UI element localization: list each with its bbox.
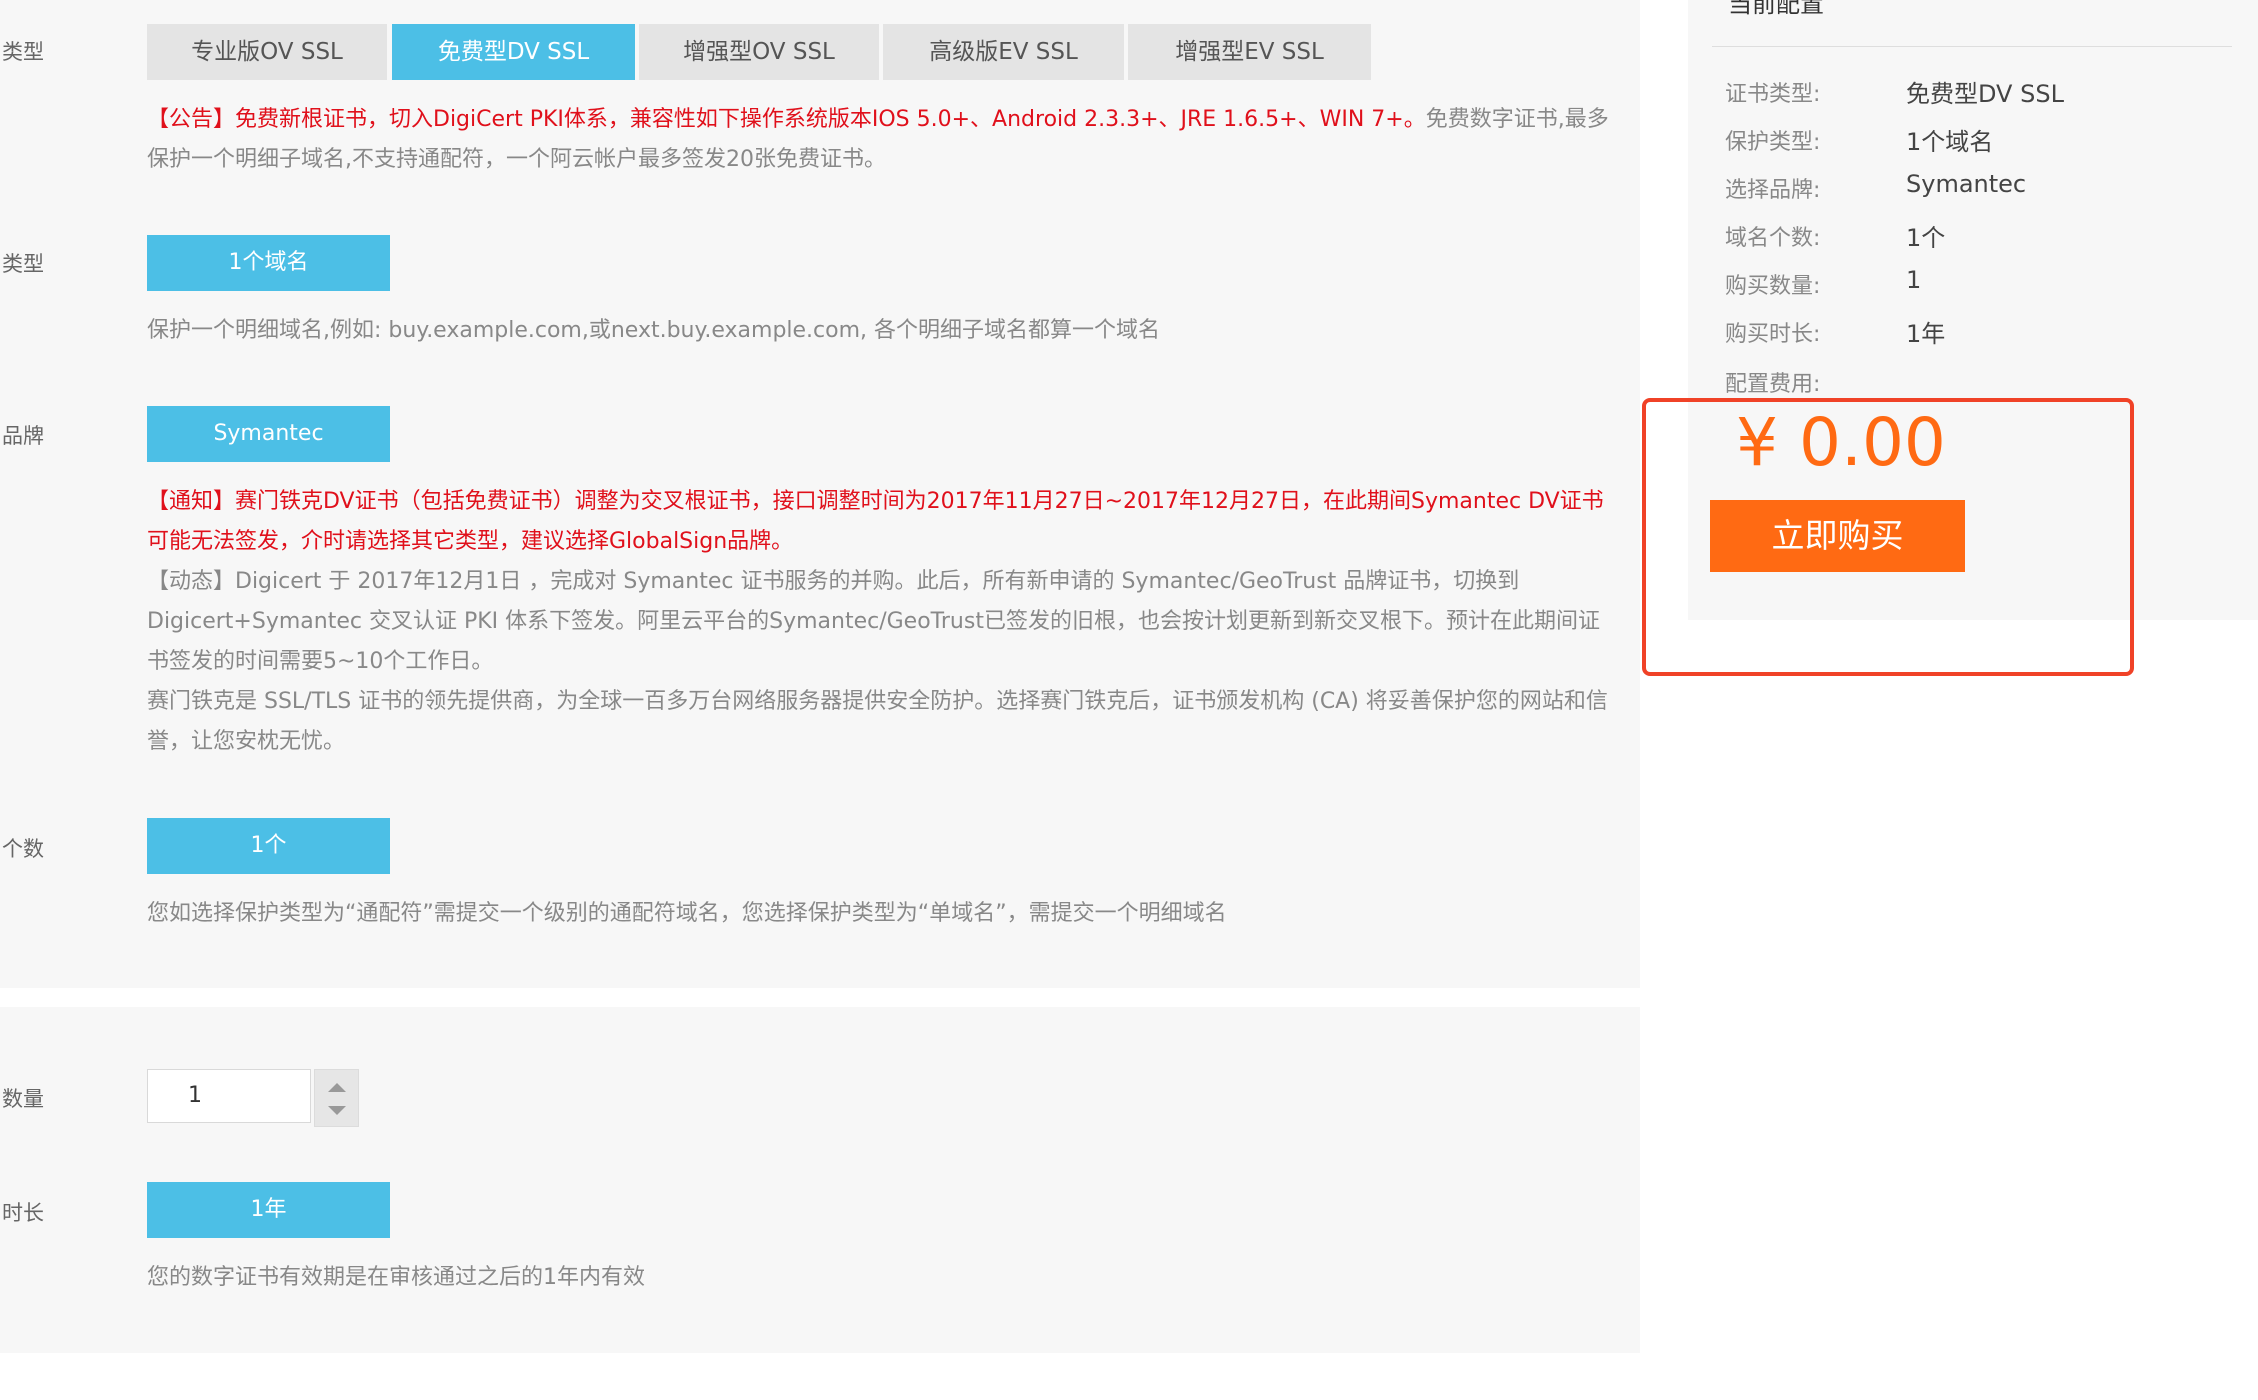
summary-value-cert-type: 免费型DV SSL xyxy=(1906,80,2064,108)
purchase-panel xyxy=(0,1007,1640,1353)
protect-option-1-domain[interactable]: 1个域名 xyxy=(147,235,390,291)
summary-value-brand: Symantec xyxy=(1906,170,2027,198)
stepper-up-icon xyxy=(328,1083,346,1092)
summary-label-protect-type: 保护类型: xyxy=(1725,130,1821,155)
domain-count-label: 个数 xyxy=(2,837,44,861)
protect-description: 保护一个明细域名,例如: buy.example.com,或next.buy.e… xyxy=(147,318,1161,343)
summary-value-domain-count: 1个 xyxy=(1906,224,1946,252)
stepper-down-icon xyxy=(328,1106,346,1115)
summary-divider xyxy=(1712,46,2232,47)
summary-value-quantity: 1 xyxy=(1906,266,1922,294)
announcement-red: 【公告】免费新根证书，切入DigiCert PKI体系，兼容性如下操作系统版本I… xyxy=(147,107,1426,132)
summary-label-duration: 购买时长: xyxy=(1725,322,1821,347)
tab-pro-ov-ssl[interactable]: 专业版OV SSL xyxy=(147,24,387,80)
protect-type-label: 类型 xyxy=(2,252,44,276)
summary-label-brand: 选择品牌: xyxy=(1725,178,1821,203)
quantity-input[interactable]: 1 xyxy=(147,1069,311,1123)
summary-label-fee: 配置费用: xyxy=(1725,372,1821,397)
tab-free-dv-ssl[interactable]: 免费型DV SSL xyxy=(392,24,635,80)
brand-notices: 【通知】赛门铁克DV证书（包括免费证书）调整为交叉根证书，接口调整时间为2017… xyxy=(147,482,1615,762)
brand-dynamic-text: 【动态】Digicert 于 2017年12月1日 ，完成对 Symantec … xyxy=(147,569,1600,674)
domain-count-option[interactable]: 1个 xyxy=(147,818,390,874)
quantity-label: 数量 xyxy=(2,1087,44,1111)
cert-type-label: 类型 xyxy=(2,40,44,64)
summary-label-cert-type: 证书类型: xyxy=(1725,82,1821,107)
brand-option-symantec[interactable]: Symantec xyxy=(147,406,390,462)
tab-advanced-ev-ssl[interactable]: 高级版EV SSL xyxy=(883,24,1124,80)
brand-intro-text: 赛门铁克是 SSL/TLS 证书的领先提供商，为全球一百多万台网络服务器提供安全… xyxy=(147,689,1608,754)
domain-count-description: 您如选择保护类型为“通配符”需提交一个级别的通配符域名，您选择保护类型为“单域名… xyxy=(147,901,1227,926)
duration-label: 时长 xyxy=(2,1201,44,1225)
duration-description: 您的数字证书有效期是在审核通过之后的1年内有效 xyxy=(147,1265,645,1290)
tab-enhanced-ov-ssl[interactable]: 增强型OV SSL xyxy=(639,24,879,80)
summary-label-quantity: 购买数量: xyxy=(1725,274,1821,299)
summary-label-domain-count: 域名个数: xyxy=(1725,226,1821,251)
tab-enhanced-ev-ssl[interactable]: 增强型EV SSL xyxy=(1128,24,1371,80)
announcement-text: 【公告】免费新根证书，切入DigiCert PKI体系，兼容性如下操作系统版本I… xyxy=(147,100,1615,180)
summary-value-duration: 1年 xyxy=(1906,320,1946,348)
duration-option-1-year[interactable]: 1年 xyxy=(147,1182,390,1238)
quantity-stepper[interactable] xyxy=(314,1069,359,1127)
highlight-box xyxy=(1642,398,2134,676)
summary-title: 当前配置 xyxy=(1728,0,1824,18)
brand-notice-red: 【通知】赛门铁克DV证书（包括免费证书）调整为交叉根证书，接口调整时间为2017… xyxy=(147,489,1604,554)
summary-value-protect-type: 1个域名 xyxy=(1906,128,1994,156)
brand-label: 品牌 xyxy=(2,424,44,448)
